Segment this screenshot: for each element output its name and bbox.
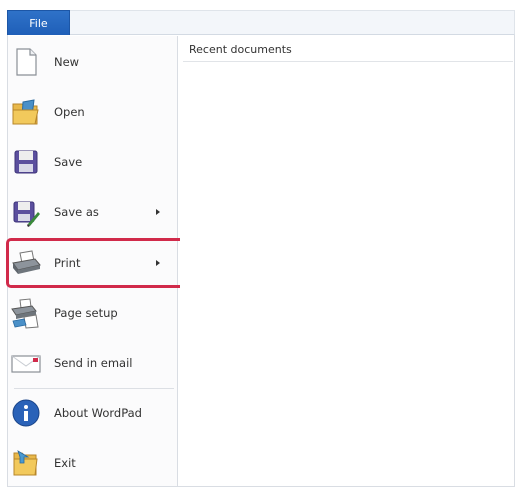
info-icon [10, 397, 42, 429]
menu-item-label: Save as [54, 205, 99, 219]
recent-documents-divider [183, 61, 513, 62]
menu-item-exit[interactable]: Exit [6, 441, 172, 485]
recent-documents-pane [180, 36, 514, 486]
menu-item-label: New [54, 55, 80, 69]
save-disk-icon [10, 146, 42, 178]
menu-item-page-setup[interactable]: Page setup [6, 291, 172, 335]
menu-item-label: Exit [54, 456, 76, 470]
menu-item-label: Save [54, 155, 83, 169]
recent-documents-header: Recent documents [189, 43, 292, 56]
exit-icon [10, 447, 42, 479]
menu-item-send-email[interactable]: Send in email [6, 341, 172, 385]
print-highlight-box [6, 238, 189, 288]
menu-item-label: Open [54, 105, 85, 119]
ribbon-bar [7, 10, 515, 35]
submenu-arrow-icon [156, 209, 160, 215]
menu-item-save-as[interactable]: Save as [6, 190, 172, 234]
open-folder-icon [10, 96, 42, 128]
menu-item-save[interactable]: Save [6, 140, 172, 184]
menu-item-label: About WordPad [54, 406, 142, 420]
email-icon [10, 347, 42, 379]
menu-item-new[interactable]: New [6, 40, 172, 84]
menu-item-about[interactable]: About WordPad [6, 391, 172, 435]
menu-item-label: Page setup [54, 306, 118, 320]
menu-item-open[interactable]: Open [6, 90, 172, 134]
menu-separator [14, 388, 174, 389]
page-setup-icon [10, 297, 42, 329]
save-as-icon [10, 196, 42, 228]
menu-item-label: Send in email [54, 356, 133, 370]
file-tab[interactable]: File [7, 10, 70, 36]
new-document-icon [10, 46, 42, 78]
